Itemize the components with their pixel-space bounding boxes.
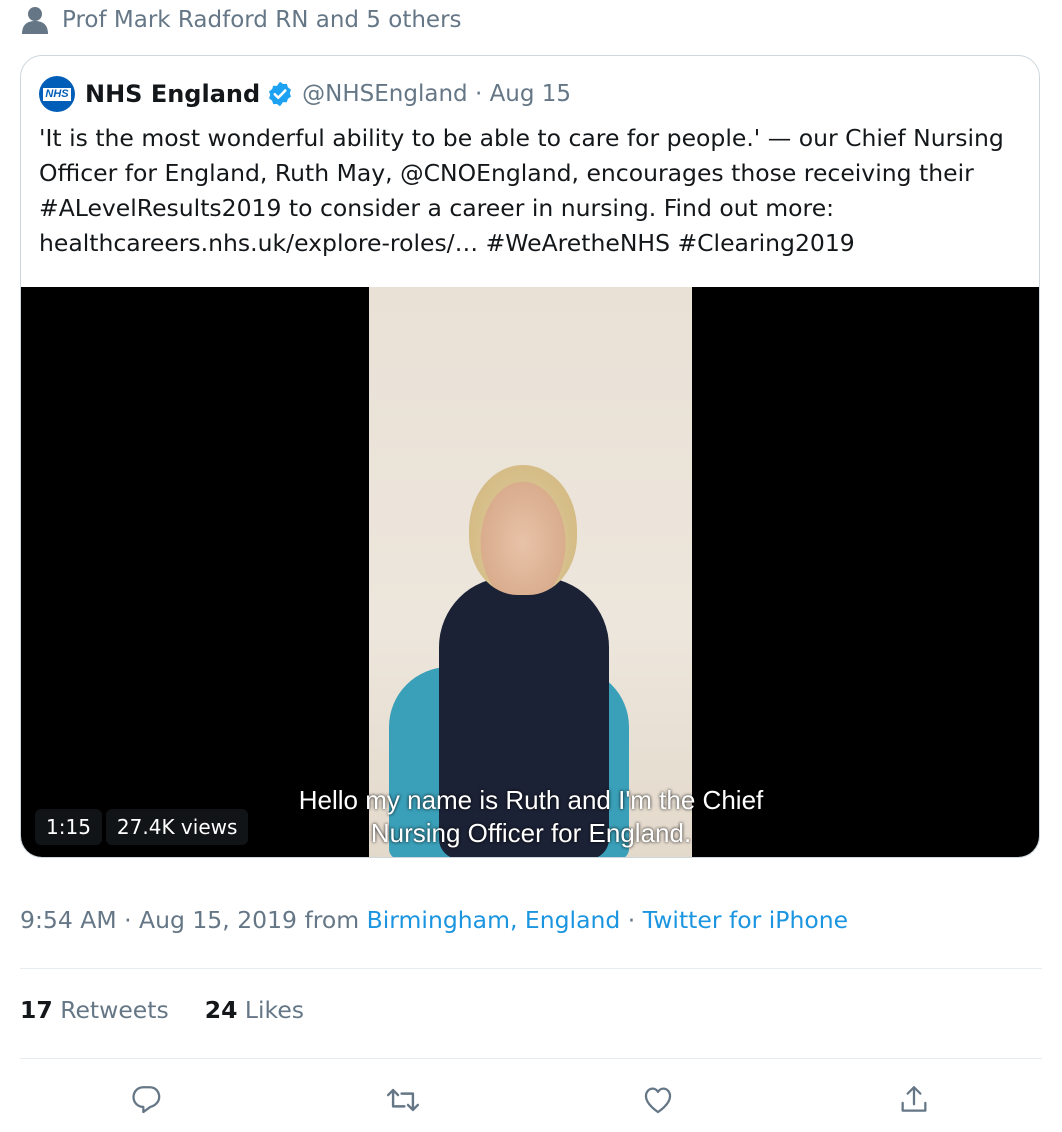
like-button[interactable] — [638, 1082, 678, 1122]
action-bar — [0, 1082, 1062, 1126]
divider — [20, 968, 1042, 969]
author-handle-date[interactable]: @NHSEngland · Aug 15 — [302, 81, 571, 107]
social-context-text[interactable]: Prof Mark Radford RN and 5 others — [62, 7, 462, 33]
tweet-stats: 17 Retweets 24 Likes — [20, 996, 304, 1024]
video-badges: 1:15 27.4K views — [35, 809, 249, 845]
tweet-meta: 9:54 AM · Aug 15, 2019 from Birmingham, … — [20, 906, 848, 934]
nhs-avatar[interactable]: NHS — [39, 76, 75, 112]
person-icon — [22, 6, 48, 34]
share-button[interactable] — [894, 1082, 934, 1122]
nhs-avatar-text: NHS — [43, 87, 71, 101]
video-duration: 1:15 — [35, 809, 102, 845]
source-link[interactable]: Twitter for iPhone — [643, 906, 848, 934]
likes-count: 24 — [204, 996, 238, 1024]
video-frame — [369, 287, 692, 857]
likes-label: Likes — [244, 996, 305, 1024]
likes-stat[interactable]: 24 Likes — [205, 996, 304, 1024]
tweet-timestamp[interactable]: 9:54 AM · Aug 15, 2019 from — [20, 906, 367, 934]
share-icon — [897, 1083, 931, 1121]
retweet-button[interactable] — [383, 1082, 423, 1122]
retweets-count: 17 — [20, 996, 53, 1024]
reply-button[interactable] — [127, 1082, 167, 1122]
video-views: 27.4K views — [105, 809, 249, 845]
video-caption: Hello my name is Ruth and I'm the Chief … — [298, 785, 764, 848]
quoted-tweet-text: 'It is the most wonderful ability to be … — [39, 124, 1004, 257]
verified-badge-icon — [266, 80, 294, 108]
divider — [20, 1058, 1042, 1059]
quoted-tweet-card[interactable]: NHS NHS England @NHSEngland · Aug 15 'It… — [20, 55, 1040, 858]
author-name[interactable]: NHS England — [85, 80, 260, 108]
reply-icon — [130, 1083, 164, 1121]
person-head-shape — [469, 465, 577, 595]
social-context[interactable]: Prof Mark Radford RN and 5 others — [20, 4, 462, 36]
meta-separator: · — [620, 906, 643, 934]
retweets-stat[interactable]: 17 Retweets — [20, 996, 169, 1024]
quoted-tweet-header: NHS NHS England @NHSEngland · Aug 15 — [39, 76, 571, 112]
video-player[interactable]: Hello my name is Ruth and I'm the Chief … — [21, 287, 1039, 857]
heart-icon — [640, 1083, 676, 1121]
retweets-label: Retweets — [60, 996, 169, 1024]
retweet-icon — [384, 1083, 422, 1121]
location-link[interactable]: Birmingham, England — [367, 906, 621, 934]
